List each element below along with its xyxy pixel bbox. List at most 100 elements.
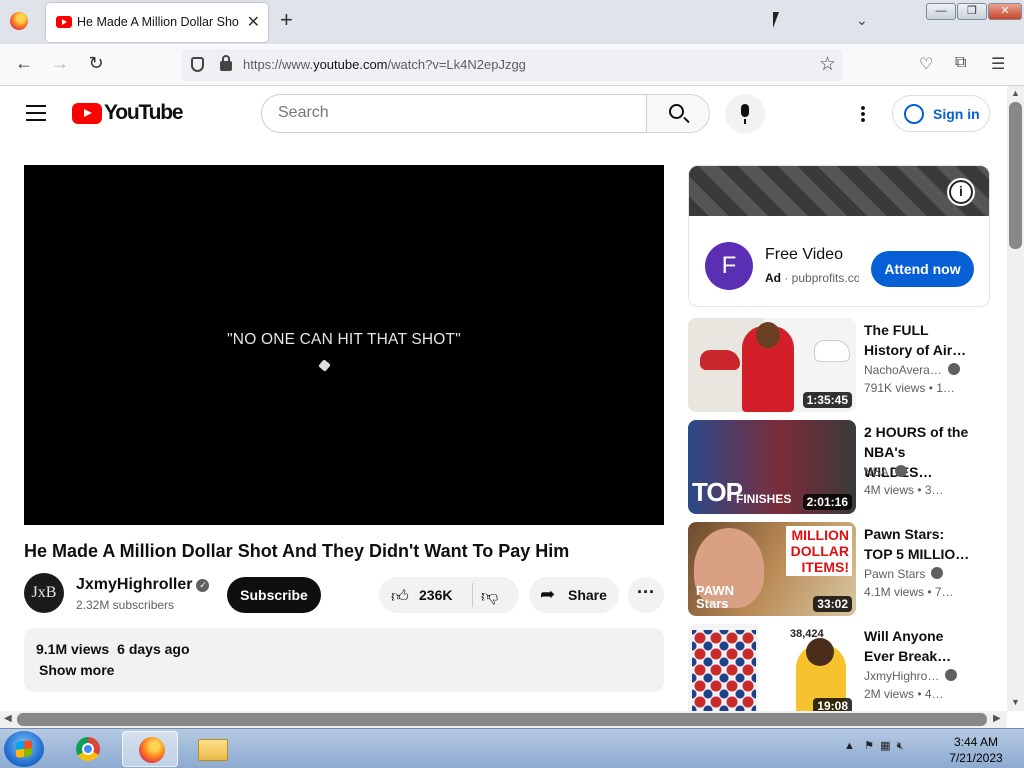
recommended-channel[interactable]: NachoAvera…	[864, 363, 974, 377]
show-hidden-icons-icon[interactable]: ▲	[844, 740, 855, 752]
like-thumbs-up-icon[interactable]: 👍︎	[391, 586, 409, 607]
channel-name[interactable]: JxmyHighroller ✓	[76, 576, 210, 594]
video-duration: 19:08	[813, 698, 852, 711]
ad-sponsor-line: Ad · pubprofits.com	[765, 271, 859, 285]
start-button[interactable]	[4, 731, 44, 767]
microphone-icon	[741, 104, 749, 124]
recommended-video[interactable]: TOP FINISHES 2:01:16 2 HOURS of the NBA'…	[688, 420, 988, 514]
sign-in-button[interactable]: Sign in	[892, 95, 990, 132]
window-close-button[interactable]: ✕	[988, 3, 1022, 20]
recommended-video[interactable]: 1:35:45 The FULL History of Air… NachoAv…	[688, 318, 988, 412]
new-tab-button[interactable]: +	[280, 9, 293, 31]
recommended-channel[interactable]: NBA	[864, 465, 974, 479]
video-meta: 9.1M views 6 days ago	[36, 641, 190, 657]
window-minimize-button[interactable]: —	[926, 3, 956, 20]
video-thumbnail[interactable]: TOP FINISHES 2:01:16	[688, 420, 856, 514]
list-all-tabs-chevron-icon[interactable]: ⌄	[856, 12, 868, 29]
recommended-channel[interactable]: Pawn Stars	[864, 567, 974, 581]
browser-navigation-bar: ← → ↻ https://www.youtube.com/watch?v=Lk…	[0, 44, 1024, 86]
browser-tab-strip: He Made A Million Dollar Shot And They D…	[0, 0, 1024, 44]
window-restore-button[interactable]: ❐	[957, 3, 987, 20]
taskbar-clock[interactable]: 3:44 AM 7/21/2023	[940, 734, 1012, 766]
action-center-flag-icon[interactable]: ⚑	[864, 740, 874, 752]
channel-avatar[interactable]: JxB	[24, 573, 64, 613]
scroll-right-arrow-icon[interactable]: ▶	[993, 713, 1001, 724]
address-url[interactable]: https://www.youtube.com/watch?v=Lk4N2epJ…	[243, 57, 526, 72]
tracking-protection-shield-icon[interactable]	[191, 57, 204, 72]
youtube-logo-text[interactable]: YouTube	[104, 101, 184, 125]
ad-banner-image[interactable]	[689, 166, 989, 216]
clock-time: 3:44 AM	[953, 735, 999, 749]
ad-advertiser-logo[interactable]: F	[705, 242, 753, 290]
thumb-brand: PAWN Stars	[696, 583, 735, 611]
thumb-player-head	[756, 322, 780, 348]
subscriber-count: 2.32M subscribers	[76, 598, 175, 612]
mouse-cursor-icon	[773, 12, 785, 28]
recommended-title[interactable]: Will Anyone Ever Break…	[864, 626, 974, 666]
guide-menu-icon[interactable]	[26, 105, 46, 121]
more-actions-icon[interactable]: ···	[628, 577, 664, 613]
video-player[interactable]: "NO ONE CAN HIT THAT SHOT"	[24, 165, 664, 525]
recommended-title[interactable]: Pawn Stars: TOP 5 MILLIO…	[864, 524, 974, 564]
recommended-stats: 4M views • 3…	[864, 483, 944, 497]
subscribe-button[interactable]: Subscribe	[227, 577, 321, 613]
video-thumbnail[interactable]: 38,424 19:08	[688, 624, 856, 711]
forward-arrow-icon[interactable]: →	[48, 53, 72, 74]
taskbar-firefox[interactable]	[122, 731, 178, 767]
tab-close-icon[interactable]: ✕	[247, 12, 260, 32]
browser-tab-active[interactable]: He Made A Million Dollar Shot And They D…	[46, 3, 268, 42]
recommended-channel[interactable]: JxmyHighro…	[864, 669, 974, 683]
search-button[interactable]	[646, 94, 710, 133]
ad-card[interactable]: i F Free Video Ad · pubprofits.com Atten…	[688, 165, 990, 307]
sign-in-label: Sign in	[933, 106, 980, 122]
share-button[interactable]: ➦ Share	[529, 577, 619, 613]
settings-more-vertical-icon[interactable]	[861, 105, 865, 122]
vertical-scrollbar[interactable]: ▲ ▼	[1007, 86, 1024, 711]
volume-icon[interactable]: 🔇︎	[897, 740, 904, 752]
account-circle-icon	[904, 104, 924, 124]
ad-sponsor-domain: pubprofits.com	[791, 271, 859, 285]
firefox-menu-icon[interactable]	[10, 12, 28, 30]
like-count[interactable]: 236K	[419, 587, 452, 603]
address-bar[interactable]: https://www.youtube.com/watch?v=Lk4N2epJ…	[182, 49, 842, 81]
pocket-icon[interactable]: ♡	[919, 54, 933, 74]
recommended-video[interactable]: MILLION DOLLAR ITEMS! PAWN Stars 33:02 P…	[688, 522, 988, 616]
recommended-video[interactable]: 38,424 19:08 Will Anyone Ever Break… Jxm…	[688, 624, 988, 711]
search-input[interactable]	[278, 104, 618, 122]
video-thumbnail[interactable]: 1:35:45	[688, 318, 856, 412]
ad-cta-button[interactable]: Attend now	[871, 251, 974, 287]
thumb-shoe	[814, 340, 850, 362]
ad-info-icon[interactable]: i	[947, 178, 975, 206]
scroll-left-arrow-icon[interactable]: ◀	[4, 713, 12, 724]
vertical-scroll-thumb[interactable]	[1009, 102, 1022, 249]
horizontal-scroll-thumb[interactable]	[17, 713, 987, 726]
video-duration: 33:02	[813, 596, 852, 612]
taskbar-chrome[interactable]	[60, 731, 116, 767]
horizontal-scrollbar[interactable]: ◀ ▶	[0, 711, 1007, 728]
youtube-page: YouTube Sign in "NO ONE CAN HIT THAT SHO…	[0, 86, 1007, 711]
reload-icon[interactable]: ↻	[84, 53, 108, 74]
voice-search-button[interactable]	[725, 94, 765, 134]
back-arrow-icon[interactable]: ←	[12, 53, 36, 74]
youtube-logo-icon[interactable]	[72, 103, 102, 124]
system-tray[interactable]: ▲ ⚑ ▦ 🔇︎	[844, 739, 904, 753]
upload-date: 6 days ago	[117, 641, 190, 657]
video-thumbnail[interactable]: MILLION DOLLAR ITEMS! PAWN Stars 33:02	[688, 522, 856, 616]
network-icon[interactable]: ▦	[880, 740, 890, 752]
taskbar-explorer[interactable]	[184, 731, 240, 767]
verified-badge-icon	[894, 465, 907, 477]
ad-headline[interactable]: Free Video	[765, 246, 843, 264]
site-lock-icon[interactable]	[220, 55, 232, 71]
description-box[interactable]: 9.1M views 6 days ago Show more	[24, 628, 664, 692]
show-more-link[interactable]: Show more	[39, 662, 114, 678]
scroll-down-arrow-icon[interactable]: ▼	[1011, 697, 1020, 707]
video-frame-ball	[318, 359, 331, 372]
scroll-up-arrow-icon[interactable]: ▲	[1011, 88, 1020, 98]
app-menu-hamburger-icon[interactable]: ☰	[991, 54, 1005, 74]
share-arrow-icon: ➦	[540, 584, 556, 604]
extensions-puzzle-icon[interactable]: ⧉	[955, 54, 966, 72]
bookmark-star-icon[interactable]: ☆	[819, 53, 836, 76]
dislike-thumbs-down-icon[interactable]: 👎︎	[481, 586, 498, 607]
recommended-stats: 4.1M views • 7…	[864, 585, 954, 599]
recommended-title[interactable]: The FULL History of Air…	[864, 320, 974, 360]
